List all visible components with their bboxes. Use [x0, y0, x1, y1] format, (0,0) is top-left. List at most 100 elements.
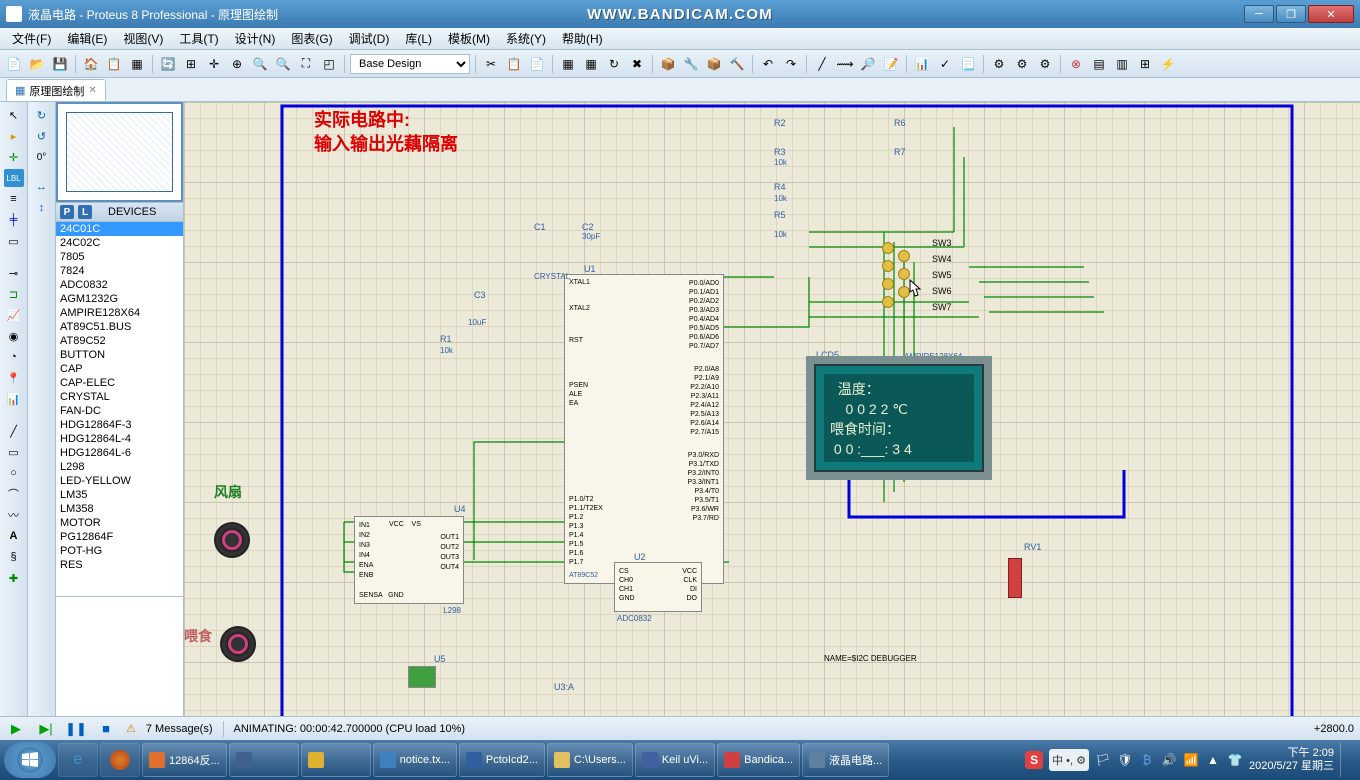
save-button[interactable]: 💾: [50, 54, 70, 74]
box-tool[interactable]: ▭: [5, 443, 23, 461]
tool-f-button[interactable]: ▥: [1112, 54, 1132, 74]
decompose-button[interactable]: 🔨: [727, 54, 747, 74]
pinned-ie[interactable]: e: [58, 743, 98, 777]
minimize-button[interactable]: ─: [1244, 5, 1274, 23]
grid-button[interactable]: ⊞: [181, 54, 201, 74]
overview-panel[interactable]: [56, 102, 183, 202]
warning-icon[interactable]: ⚠: [126, 722, 136, 735]
device-item[interactable]: MOTOR: [56, 516, 183, 530]
device-item[interactable]: HDG12864F-3: [56, 418, 183, 432]
text-shape-tool[interactable]: A: [5, 527, 23, 545]
device-item[interactable]: CRYSTAL: [56, 390, 183, 404]
device-item[interactable]: L298: [56, 460, 183, 474]
device-item[interactable]: 7805: [56, 250, 183, 264]
wire-button[interactable]: ╱: [812, 54, 832, 74]
lcd-component[interactable]: 温度： 0 0 2 2 ℃ 喂食时间： 0 0 :___: 3 4: [814, 364, 984, 472]
tray-network-icon[interactable]: 📶: [1183, 752, 1199, 768]
design-combo[interactable]: Base Design: [350, 54, 470, 74]
generator-tool[interactable]: ◔: [5, 348, 23, 366]
path-tool[interactable]: 〰: [5, 506, 23, 524]
taskbar-item[interactable]: [301, 743, 371, 777]
rotate-cw-button[interactable]: ↻: [33, 106, 51, 124]
menu-design[interactable]: 设计(N): [227, 28, 284, 49]
symbol-tool[interactable]: §: [5, 548, 23, 566]
schematic-button[interactable]: 📋: [104, 54, 124, 74]
stop-button[interactable]: ■: [96, 720, 116, 738]
tool-b-button[interactable]: ⚙: [1012, 54, 1032, 74]
block-delete-button[interactable]: ✖: [627, 54, 647, 74]
refresh-button[interactable]: 🔄: [158, 54, 178, 74]
device-item[interactable]: AT89C52: [56, 334, 183, 348]
tool-h-button[interactable]: ⚡: [1158, 54, 1178, 74]
start-button[interactable]: [4, 742, 56, 778]
tray-flag-icon[interactable]: 🏳: [1095, 752, 1111, 768]
device-item[interactable]: AGM1232G: [56, 292, 183, 306]
feed-motor-component[interactable]: [220, 626, 256, 662]
search-button[interactable]: 🔎: [858, 54, 878, 74]
tray-misc-icon[interactable]: 👕: [1227, 752, 1243, 768]
block-copy-button[interactable]: ▦: [558, 54, 578, 74]
tray-up-icon[interactable]: ▲: [1205, 752, 1221, 768]
messages-label[interactable]: 7 Message(s): [146, 723, 213, 735]
netlist-button[interactable]: 📃: [958, 54, 978, 74]
taskbar-item[interactable]: Keil uVi...: [635, 743, 715, 777]
arc-tool[interactable]: ⌒: [5, 485, 23, 503]
device-item[interactable]: CAP: [56, 362, 183, 376]
paste-button[interactable]: 📄: [527, 54, 547, 74]
tab-schematic[interactable]: ▦ 原理图绘制 ✕: [6, 79, 106, 101]
graph-tool[interactable]: 📈: [5, 306, 23, 324]
play-button[interactable]: ▶: [6, 720, 26, 738]
circle-tool[interactable]: ○: [5, 464, 23, 482]
line-tool[interactable]: ╱: [5, 422, 23, 440]
device-item[interactable]: CAP-ELEC: [56, 376, 183, 390]
marker-tool[interactable]: ✚: [5, 569, 23, 587]
property-button[interactable]: 📝: [881, 54, 901, 74]
device-item[interactable]: LM358: [56, 502, 183, 516]
probe-tool[interactable]: 📍: [5, 369, 23, 387]
taskbar-item[interactable]: C:\Users...: [547, 743, 633, 777]
device-item[interactable]: ADC0832: [56, 278, 183, 292]
schematic-canvas[interactable]: 实际电路中:输入输出光藕隔离 风扇 喂食 U1 XTAL1 XTAL2 RST …: [184, 102, 1360, 716]
junction-tool[interactable]: ✛: [5, 148, 23, 166]
taskbar-item[interactable]: 12864反...: [142, 743, 227, 777]
menu-tools[interactable]: 工具(T): [171, 28, 226, 49]
menu-library[interactable]: 库(L): [397, 28, 440, 49]
device-item[interactable]: 24C01C: [56, 222, 183, 236]
flip-h-button[interactable]: ↔: [33, 178, 51, 196]
taskbar-item[interactable]: PctoIcd2...: [459, 743, 545, 777]
ime-indicator[interactable]: S: [1025, 751, 1043, 769]
rotate-ccw-button[interactable]: ↺: [33, 127, 51, 145]
bom-button[interactable]: 📊: [912, 54, 932, 74]
device-item[interactable]: AT89C51.BUS: [56, 320, 183, 334]
component-tool[interactable]: ▸: [5, 127, 23, 145]
erc-button[interactable]: ✓: [935, 54, 955, 74]
new-button[interactable]: 📄: [4, 54, 24, 74]
origin-button[interactable]: ✛: [204, 54, 224, 74]
make-button[interactable]: 🔧: [681, 54, 701, 74]
flip-v-button[interactable]: ↕: [33, 199, 51, 217]
u5-chip[interactable]: [408, 666, 436, 688]
device-item[interactable]: PG12864F: [56, 530, 183, 544]
instrument-tool[interactable]: 📊: [5, 390, 23, 408]
cut-button[interactable]: ✂: [481, 54, 501, 74]
bus-tool[interactable]: ╪: [5, 211, 23, 229]
tool-g-button[interactable]: ⊞: [1135, 54, 1155, 74]
close-button[interactable]: ✕: [1308, 5, 1354, 23]
tray-shield-icon[interactable]: 🛡: [1117, 752, 1133, 768]
open-button[interactable]: 📂: [27, 54, 47, 74]
menu-help[interactable]: 帮助(H): [554, 28, 611, 49]
selection-tool[interactable]: ↖: [5, 106, 23, 124]
block-rotate-button[interactable]: ↻: [604, 54, 624, 74]
taskbar-clock[interactable]: 下午 2:09 2020/5/27 星期三: [1249, 747, 1334, 773]
device-item[interactable]: LM35: [56, 488, 183, 502]
pause-button[interactable]: ❚❚: [66, 720, 86, 738]
show-desktop-button[interactable]: [1340, 743, 1350, 777]
home-button[interactable]: 🏠: [81, 54, 101, 74]
device-list[interactable]: 24C01C24C02C78057824ADC0832AGM1232GAMPIR…: [56, 222, 183, 596]
taskbar-item[interactable]: Bandica...: [717, 743, 800, 777]
switch-bank[interactable]: [874, 242, 934, 322]
subcircuit-tool[interactable]: ▭: [5, 232, 23, 250]
device-item[interactable]: HDG12864L-6: [56, 446, 183, 460]
zoom-in-button[interactable]: 🔍: [250, 54, 270, 74]
maximize-button[interactable]: ❐: [1276, 5, 1306, 23]
